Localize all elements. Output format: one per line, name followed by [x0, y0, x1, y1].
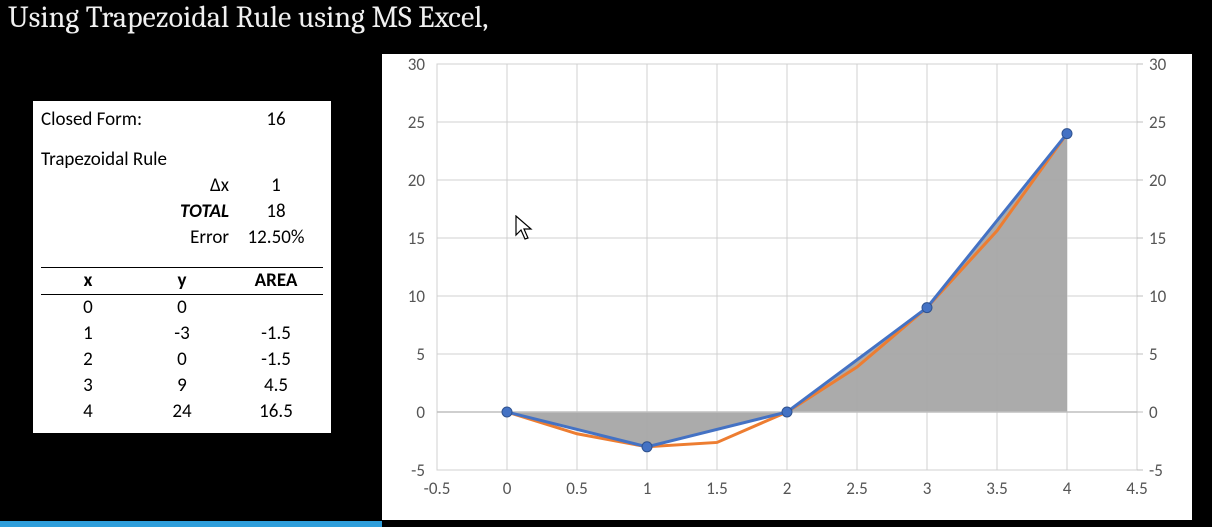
svg-text:15: 15	[408, 228, 425, 249]
trapezoidal-rule-label: Trapezoidal Rule	[41, 147, 323, 173]
svg-text:15: 15	[1149, 228, 1166, 249]
svg-text:20: 20	[408, 170, 426, 191]
table-header: x y AREA	[41, 267, 323, 295]
svg-text:25: 25	[1149, 112, 1166, 133]
svg-text:3.5: 3.5	[986, 478, 1008, 499]
svg-text:0.5: 0.5	[566, 478, 588, 499]
col-y: y	[135, 268, 229, 294]
cell-x: 2	[41, 347, 135, 373]
svg-text:-0.5: -0.5	[424, 478, 451, 499]
stage: { "title": "Using Trapezoidal Rule using…	[0, 0, 1212, 527]
error-label: Error	[135, 225, 229, 251]
svg-text:1: 1	[643, 478, 652, 499]
svg-text:4.5: 4.5	[1126, 478, 1148, 499]
results-panel: Closed Form: 16 Trapezoidal Rule Δx 1 TO…	[32, 100, 332, 434]
page-title: Using Trapezoidal Rule using MS Excel,	[8, 0, 488, 35]
cell-area: -1.5	[229, 321, 323, 347]
cell-y: 0	[135, 347, 229, 373]
svg-text:10: 10	[1149, 286, 1167, 307]
cell-y: 24	[135, 399, 229, 425]
svg-text:1.5: 1.5	[706, 478, 728, 499]
error-value: 12.50%	[229, 225, 323, 251]
progress-bar	[0, 521, 382, 527]
total-label: TOTAL	[135, 199, 229, 225]
dx-value: 1	[229, 173, 323, 199]
col-x: x	[41, 268, 135, 294]
svg-text:4: 4	[1063, 478, 1072, 499]
svg-text:30: 30	[1149, 54, 1167, 75]
cell-y: 0	[135, 295, 229, 321]
cell-y: -3	[135, 321, 229, 347]
svg-text:20: 20	[1149, 170, 1167, 191]
cell-x: 0	[41, 295, 135, 321]
svg-text:-5: -5	[1149, 460, 1163, 481]
table-row: 42416.5	[41, 399, 323, 425]
cell-x: 4	[41, 399, 135, 425]
closed-form-label: Closed Form:	[41, 107, 229, 133]
table-row: 20-1.5	[41, 347, 323, 373]
svg-text:0: 0	[503, 478, 512, 499]
table-row: 00	[41, 295, 323, 321]
svg-text:5: 5	[1149, 344, 1158, 365]
svg-text:10: 10	[408, 286, 426, 307]
cell-area: -1.5	[229, 347, 323, 373]
svg-text:25: 25	[408, 112, 425, 133]
svg-text:3: 3	[923, 478, 932, 499]
table-body: 001-3-1.520-1.5394.542416.5	[41, 295, 323, 425]
cell-area: 4.5	[229, 373, 323, 399]
svg-text:-5: -5	[411, 460, 425, 481]
cell-x: 3	[41, 373, 135, 399]
cell-x: 1	[41, 321, 135, 347]
total-value: 18	[229, 199, 323, 225]
cell-area	[229, 295, 323, 321]
col-area: AREA	[229, 268, 323, 294]
cell-area: 16.5	[229, 399, 323, 425]
svg-text:0: 0	[1149, 402, 1158, 423]
svg-text:2: 2	[783, 478, 792, 499]
dx-label: Δx	[135, 173, 229, 199]
svg-text:30: 30	[408, 54, 426, 75]
table-row: 394.5	[41, 373, 323, 399]
chart-svg: -0.500.511.522.533.544.5-5-5005510101515…	[382, 54, 1192, 520]
cell-y: 9	[135, 373, 229, 399]
table-row: 1-3-1.5	[41, 321, 323, 347]
svg-text:0: 0	[416, 402, 425, 423]
closed-form-value: 16	[229, 107, 323, 133]
chart: -0.500.511.522.533.544.5-5-5005510101515…	[382, 54, 1192, 520]
svg-text:2.5: 2.5	[846, 478, 868, 499]
svg-text:5: 5	[416, 344, 425, 365]
